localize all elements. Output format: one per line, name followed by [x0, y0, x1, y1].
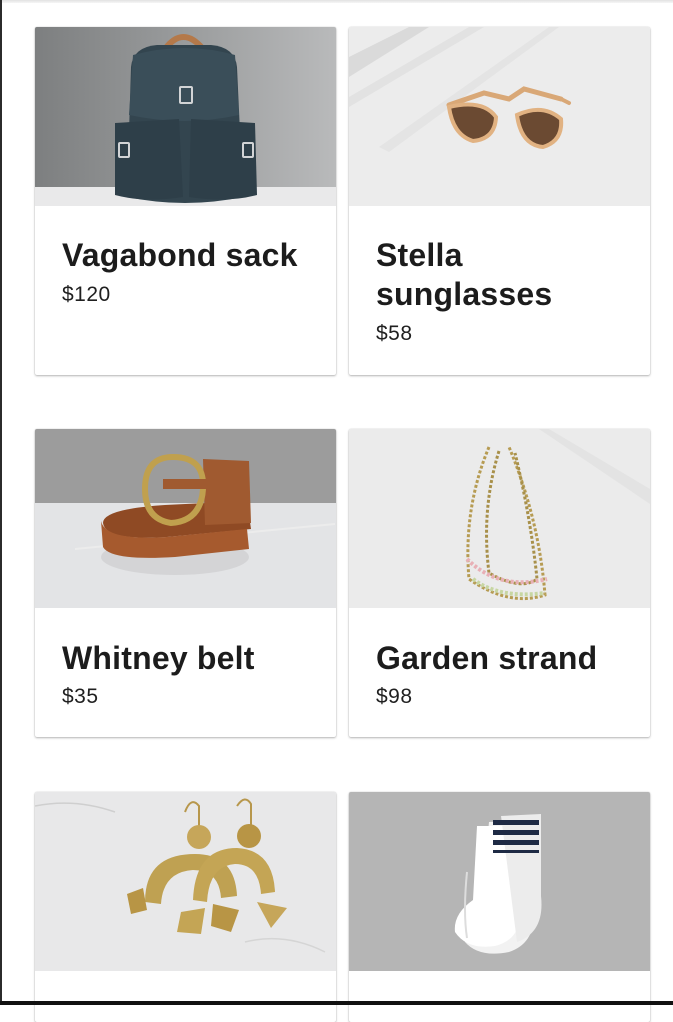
- product-name: Garden strand: [376, 640, 598, 676]
- window-left-edge: [0, 0, 2, 1005]
- product-price: $98: [376, 685, 413, 708]
- product-card-garden-strand[interactable]: Garden strand $98: [349, 429, 650, 737]
- product-price: $58: [376, 322, 413, 345]
- backpack-image: [35, 27, 336, 206]
- necklace-image: [349, 429, 650, 608]
- product-card-earrings[interactable]: [35, 792, 336, 1022]
- product-price: $120: [62, 283, 111, 306]
- earrings-image: [35, 792, 336, 971]
- sunglasses-image: [349, 27, 650, 206]
- belt-image: [35, 429, 336, 608]
- product-name: Whitney belt: [62, 640, 255, 676]
- product-price: $35: [62, 685, 99, 708]
- product-card-whitney-belt[interactable]: Whitney belt $35: [35, 429, 336, 737]
- product-name: Stella sunglasses: [376, 237, 553, 312]
- window-top-edge: [2, 0, 673, 3]
- product-card-socks[interactable]: [349, 792, 650, 1022]
- socks-image: [349, 792, 650, 971]
- product-card-stella-sunglasses[interactable]: Stella sunglasses $58: [349, 27, 650, 375]
- window-bottom-edge: [0, 1001, 673, 1005]
- product-name: Vagabond sack: [62, 237, 298, 273]
- product-card-vagabond-sack[interactable]: Vagabond sack $120: [35, 27, 336, 375]
